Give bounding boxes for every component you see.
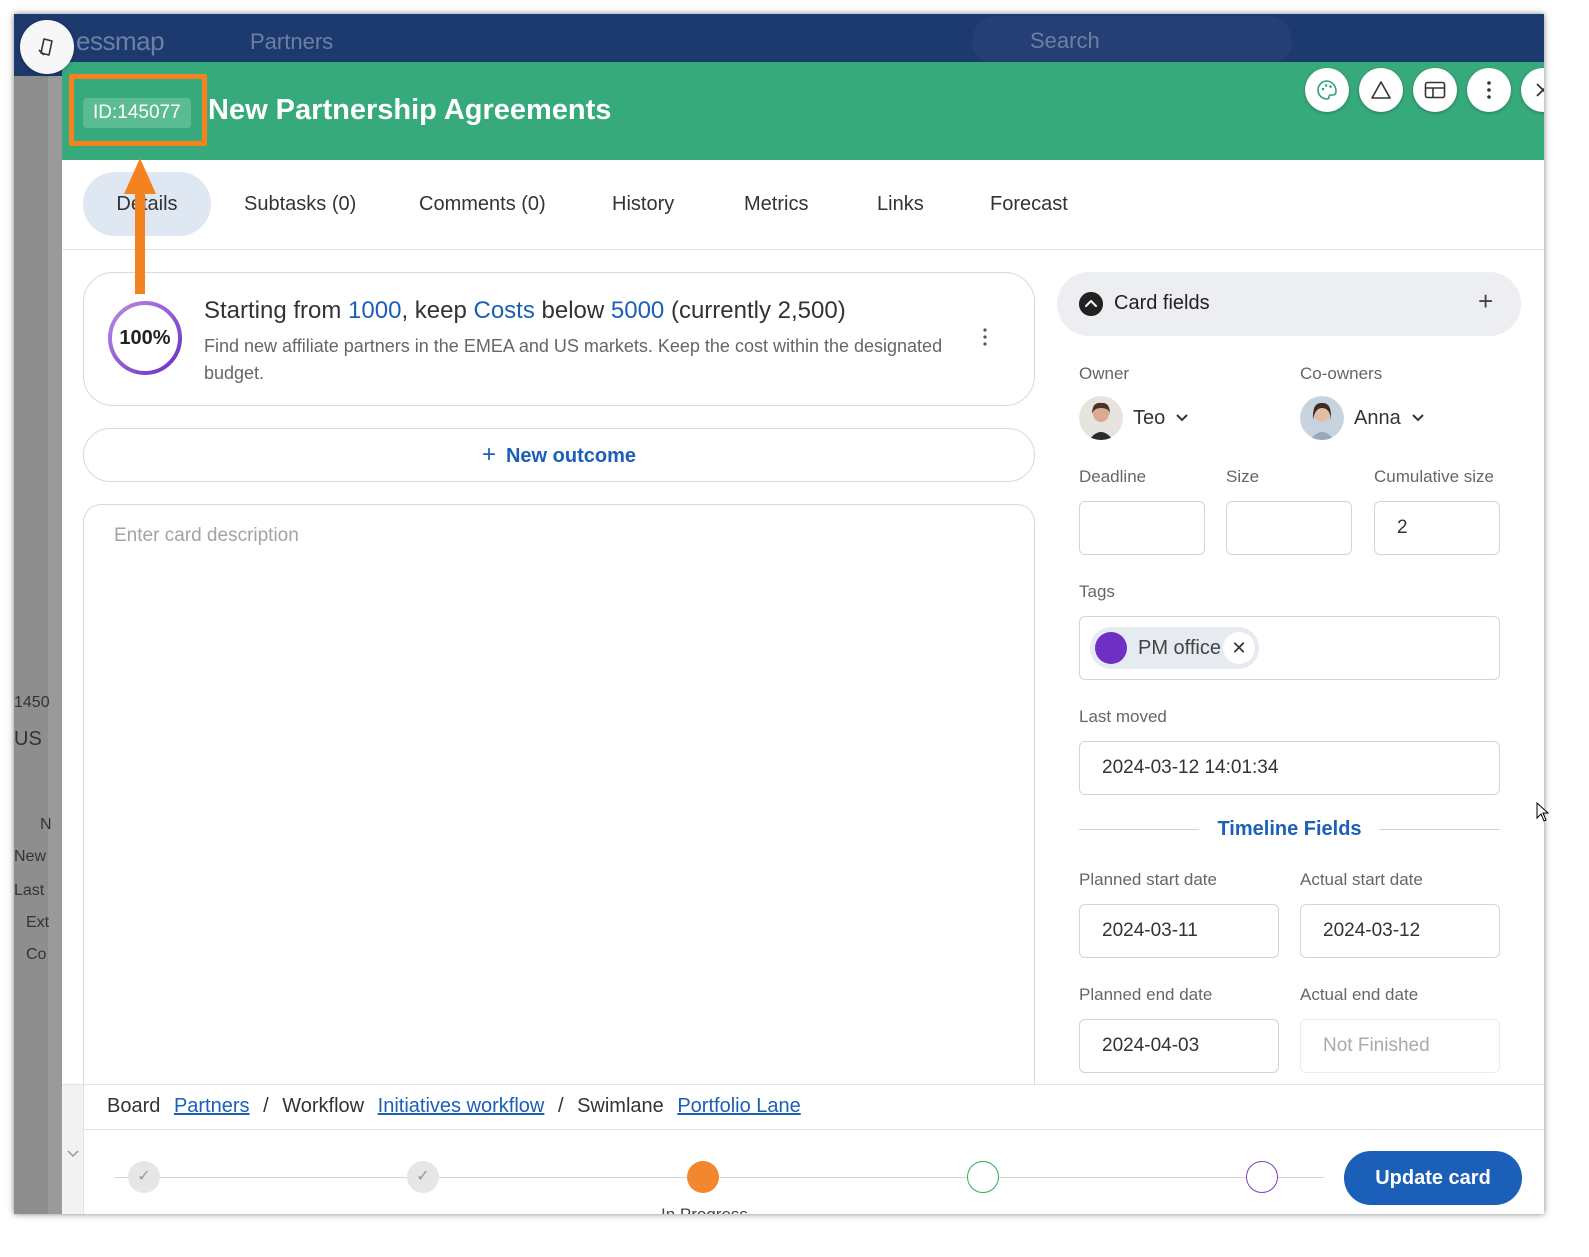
tab-links[interactable]: Links xyxy=(877,172,924,236)
owner-selector[interactable]: Teo xyxy=(1079,396,1189,440)
outcome-metric: Costs xyxy=(473,297,535,324)
outcome-target-value: 5000 xyxy=(610,297,665,324)
tags-field[interactable]: PM office ✕ xyxy=(1079,616,1500,680)
outcome-current-value: 2,500 xyxy=(777,297,838,324)
palette-icon xyxy=(1317,80,1337,100)
card-fields-header[interactable]: Card fields + xyxy=(1057,272,1521,336)
brand-logo: essmap xyxy=(76,26,165,56)
progress-ring-label: 100% xyxy=(119,327,171,349)
card-footer: Board Partners / Workflow Initiatives wo… xyxy=(62,1084,1544,1214)
step-in-progress[interactable] xyxy=(687,1161,719,1193)
tab-comments[interactable]: Comments (0) xyxy=(419,172,546,236)
last-moved-field: 2024-03-12 14:01:34 xyxy=(1079,741,1500,795)
breadcrumb-board-link[interactable]: Partners xyxy=(174,1095,250,1117)
owner-label: Owner xyxy=(1079,364,1130,383)
planned-end-label: Planned end date xyxy=(1079,985,1213,1004)
mouse-cursor-icon xyxy=(1536,802,1550,822)
close-icon xyxy=(1536,83,1544,97)
move-icon xyxy=(38,38,53,56)
chevron-up-icon[interactable] xyxy=(1079,292,1103,316)
planned-start-field[interactable]: 2024-03-11 xyxy=(1079,904,1279,958)
plus-icon: + xyxy=(481,441,496,468)
color-button[interactable] xyxy=(1305,68,1349,112)
planned-end-field[interactable]: 2024-04-03 xyxy=(1079,1019,1279,1073)
app-window: essmap Partners Search 1450 US N New Las… xyxy=(14,14,1544,1214)
move-card-button[interactable] xyxy=(20,20,74,74)
outcome-more-icon[interactable] xyxy=(980,325,990,349)
actual-start-label: Actual start date xyxy=(1300,870,1423,889)
block-button[interactable] xyxy=(1359,68,1403,112)
chevron-down-icon[interactable] xyxy=(66,1149,80,1159)
card-modal: ID:145077 New Partnership Agreements Det… xyxy=(62,62,1544,1214)
tab-metrics[interactable]: Metrics xyxy=(744,172,808,236)
annotation-arrow-icon xyxy=(124,158,156,294)
add-field-icon[interactable]: + xyxy=(1478,286,1493,317)
breadcrumb-swimlane-link[interactable]: Portfolio Lane xyxy=(677,1095,800,1117)
coowners-label: Co-owners xyxy=(1300,364,1383,383)
coowner-selector[interactable]: Anna xyxy=(1300,396,1425,440)
actual-start-field[interactable]: 2024-03-12 xyxy=(1300,904,1500,958)
card-fields-title: Card fields xyxy=(1114,292,1210,314)
timeline-fields-divider: Timeline Fields xyxy=(1079,814,1500,844)
tab-subtasks[interactable]: Subtasks (0) xyxy=(244,172,356,236)
chevron-down-icon xyxy=(1412,414,1424,422)
more-vertical-icon xyxy=(1487,81,1491,99)
owner-avatar xyxy=(1079,396,1123,440)
outcome-start-value: 1000 xyxy=(348,297,402,324)
planned-start-label: Planned start date xyxy=(1079,870,1217,889)
step-done-2[interactable]: ✓ xyxy=(407,1161,439,1193)
owner-name: Teo xyxy=(1133,406,1166,429)
cumulative-size-field[interactable]: 2 xyxy=(1374,501,1500,555)
remove-tag-icon[interactable]: ✕ xyxy=(1223,632,1255,664)
layout-button[interactable] xyxy=(1413,68,1457,112)
tag-color-dot xyxy=(1095,632,1127,664)
tag-label: PM office xyxy=(1138,637,1221,659)
size-field[interactable] xyxy=(1226,501,1352,555)
more-actions-button[interactable] xyxy=(1467,68,1511,112)
background-board: 1450 US N New Last Ext Co xyxy=(14,76,52,1214)
deadline-field[interactable] xyxy=(1079,501,1205,555)
step-next-1[interactable] xyxy=(967,1161,999,1193)
breadcrumb-workflow-link[interactable]: Initiatives workflow xyxy=(378,1095,545,1117)
outcome-title: Starting from 1000, keep Costs below 500… xyxy=(204,297,846,324)
layout-icon xyxy=(1424,81,1446,99)
step-in-progress-label: In Progress xyxy=(661,1205,748,1214)
tag-chip[interactable]: PM office ✕ xyxy=(1090,627,1259,669)
card-title[interactable]: New Partnership Agreements xyxy=(208,94,611,127)
tab-forecast[interactable]: Forecast xyxy=(990,172,1068,236)
footer-collapse-strip[interactable] xyxy=(62,1085,84,1214)
background-nav-partners: Partners xyxy=(250,29,334,54)
outcome-description: Find new affiliate partners in the EMEA … xyxy=(204,336,943,383)
card-tabs: Details Subtasks (0) Comments (0) Histor… xyxy=(62,160,1544,250)
cumulative-size-label: Cumulative size xyxy=(1374,467,1494,486)
breadcrumb: Board Partners / Workflow Initiatives wo… xyxy=(107,1095,801,1117)
step-done-1[interactable]: ✓ xyxy=(128,1161,160,1193)
actual-end-field: Not Finished xyxy=(1300,1019,1500,1073)
deadline-label: Deadline xyxy=(1079,467,1147,486)
card-description-editor[interactable]: Enter card description xyxy=(83,504,1035,1144)
size-label: Size xyxy=(1226,467,1260,486)
workflow-stepper: ✓ ✓ In Progress xyxy=(84,1129,1324,1214)
new-outcome-button[interactable]: + New outcome xyxy=(83,428,1035,482)
id-highlight-annotation xyxy=(69,74,207,146)
coowner-avatar xyxy=(1300,396,1344,440)
description-placeholder: Enter card description xyxy=(114,525,299,546)
tags-label: Tags xyxy=(1079,582,1115,601)
last-moved-label: Last moved xyxy=(1079,707,1167,726)
actual-end-label: Actual end date xyxy=(1300,985,1419,1004)
tab-history[interactable]: History xyxy=(612,172,674,236)
warning-icon xyxy=(1371,81,1391,99)
update-card-button[interactable]: Update card xyxy=(1344,1151,1522,1205)
outcome-card[interactable]: 100% Starting from 1000, keep Costs belo… xyxy=(83,272,1035,406)
chevron-down-icon xyxy=(1176,414,1188,422)
step-next-2[interactable] xyxy=(1246,1161,1278,1193)
coowner-name: Anna xyxy=(1354,406,1401,429)
background-search: Search xyxy=(972,16,1292,66)
